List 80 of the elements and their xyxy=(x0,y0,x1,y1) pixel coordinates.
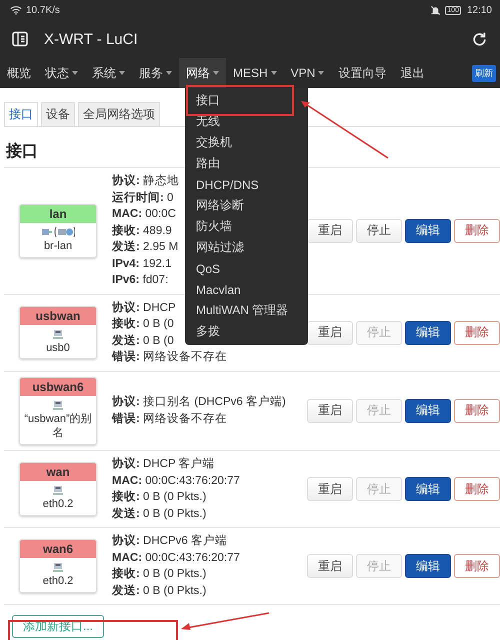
device-name: “usbwan”的别名 xyxy=(23,412,93,442)
interface-name: usbwan xyxy=(20,306,96,325)
nav-menu-item[interactable]: 状态 xyxy=(38,58,85,88)
interface-name: usbwan6 xyxy=(20,378,96,396)
edit-button[interactable]: 编辑 xyxy=(405,320,451,344)
menu-item[interactable]: 无线 xyxy=(185,111,308,132)
nav-menu-item[interactable]: MESH xyxy=(226,58,284,88)
status-line: 协议: DHCP xyxy=(112,300,176,316)
delete-button[interactable]: 删除 xyxy=(454,554,500,578)
reload-icon[interactable] xyxy=(471,30,488,48)
edit-button[interactable]: 编辑 xyxy=(405,218,451,243)
status-line: MAC: 00:0C:43:76:20:77 xyxy=(112,474,240,489)
sidebar-icon[interactable] xyxy=(12,31,28,47)
status-line: 接收: 489.9 xyxy=(112,223,172,238)
menu-item[interactable]: Macvlan xyxy=(185,279,308,300)
device-name: usb0 xyxy=(46,340,70,356)
restart-button[interactable]: 重启 xyxy=(307,320,353,344)
edit-button[interactable]: 编辑 xyxy=(405,477,451,502)
refresh-badge[interactable]: 刷新 xyxy=(472,64,496,82)
status-line: 运行时间: 0 xyxy=(112,190,174,206)
nav-menu-item[interactable]: 网络 xyxy=(179,58,226,88)
status-line: 协议: DHCPv6 客户端 xyxy=(112,533,227,550)
nav-menu-item[interactable]: VPN xyxy=(284,58,332,88)
menu-item[interactable]: 接口 xyxy=(185,90,308,111)
nav-menu-item[interactable]: 概览 xyxy=(0,58,38,88)
interface-name: wan xyxy=(20,463,96,482)
edit-button[interactable]: 编辑 xyxy=(405,554,451,578)
edit-button[interactable]: 编辑 xyxy=(405,398,451,423)
status-line: 错误: 网络设备不存在 xyxy=(112,412,228,427)
nav-menu-item[interactable]: 系统 xyxy=(85,58,132,88)
tab[interactable]: 设备 xyxy=(41,102,75,126)
bell-muted-icon xyxy=(430,4,442,16)
status-line: IPv4: 192.1 xyxy=(112,256,172,272)
menu-item[interactable]: 防火墙 xyxy=(185,216,308,237)
nav-menu-item[interactable]: 服务 xyxy=(132,58,179,88)
network-speed: 10.7K/s xyxy=(26,4,60,16)
status-line: 发送: 0 B (0 Pkts.) xyxy=(112,584,206,599)
device-name: br-lan xyxy=(44,238,72,254)
restart-button[interactable]: 重启 xyxy=(307,398,353,423)
nav-menu-item[interactable]: 设置向导 xyxy=(331,58,394,88)
menu-item[interactable]: 网站过滤 xyxy=(185,237,308,258)
delete-button[interactable]: 删除 xyxy=(454,320,500,344)
restart-button[interactable]: 重启 xyxy=(307,477,353,502)
menu-item[interactable]: 路由 xyxy=(185,153,308,174)
restart-button[interactable]: 重启 xyxy=(307,554,353,578)
menu-item[interactable]: QoS xyxy=(185,258,308,279)
menu-item[interactable]: DHCP/DNS xyxy=(185,174,308,195)
section-heading: 接口 xyxy=(6,141,38,162)
status-line: 接收: 0 B (0 Pkts.) xyxy=(112,489,206,506)
status-line: 发送: 0 B (0 Pkts.) xyxy=(112,506,206,522)
tab[interactable]: 接口 xyxy=(4,102,38,126)
interface-name: wan6 xyxy=(20,540,96,558)
delete-button[interactable]: 删除 xyxy=(454,398,500,423)
status-line: 发送: 0 B (0 xyxy=(112,334,174,348)
device-name: eth0.2 xyxy=(42,497,74,512)
delete-button[interactable]: 删除 xyxy=(454,477,500,502)
restart-button[interactable]: 重启 xyxy=(307,218,353,243)
menu-item[interactable]: 多拨 xyxy=(185,321,308,342)
status-line: 协议: 接口别名 (DHCPv6 客户端) xyxy=(112,394,286,410)
status-line: MAC: 00:0C xyxy=(112,207,176,222)
device-name: eth0.2 xyxy=(42,574,74,590)
status-line: 协议: 静态地 xyxy=(112,173,180,189)
window-title: X-WRT - LuCI xyxy=(44,30,138,48)
nav-menu-item[interactable]: 退出 xyxy=(393,58,432,88)
status-line: 接收: 0 B (0 xyxy=(112,316,174,332)
status-line: 接收: 0 B (0 Pkts.) xyxy=(112,566,206,582)
status-line: 错误: 网络设备不存在 xyxy=(112,350,228,365)
delete-button[interactable]: 删除 xyxy=(454,218,500,243)
tab[interactable]: 全局网络选项 xyxy=(78,102,160,126)
menu-item[interactable]: MultiWAN 管理器 xyxy=(185,300,308,321)
status-line: IPv6: fd07: xyxy=(112,273,168,288)
status-line: 协议: DHCP 客户端 xyxy=(112,456,215,472)
interface-name: lan xyxy=(20,204,96,223)
stop-button[interactable]: 停止 xyxy=(356,218,402,243)
clock: 12:10 xyxy=(466,4,492,16)
status-line: 发送: 2.95 M xyxy=(112,240,178,255)
menu-item[interactable]: 交换机 xyxy=(185,132,308,153)
status-line: MAC: 00:0C:43:76:20:77 xyxy=(112,550,240,566)
wifi-icon xyxy=(10,5,22,15)
menu-item[interactable]: 网络诊断 xyxy=(185,195,308,216)
